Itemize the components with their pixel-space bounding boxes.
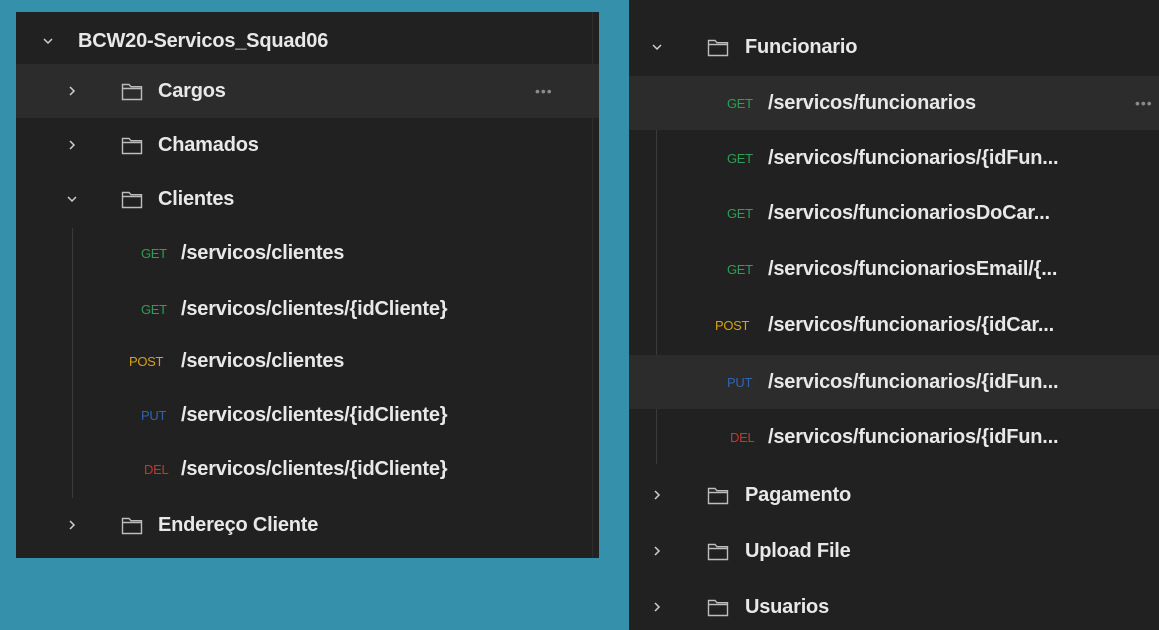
folder-row-usuarios[interactable]: Usuarios — [629, 580, 1159, 630]
request-path: /servicos/funcionariosEmail/{... — [768, 257, 1058, 280]
method-badge-get: GET — [141, 245, 167, 261]
chevron-right-icon[interactable] — [651, 489, 663, 501]
chevron-right-icon[interactable] — [651, 545, 663, 557]
request-path: /servicos/funcionarios/{idCar... — [768, 313, 1054, 336]
method-badge-post: POST — [715, 317, 750, 333]
method-badge-get: GET — [727, 150, 753, 166]
method-badge-post: POST — [129, 353, 164, 369]
method-badge-del: DEL — [144, 461, 169, 477]
collection-row[interactable]: BCW20-Servicos_Squad06 — [16, 14, 599, 68]
folder-label: Endereço Cliente — [158, 513, 319, 536]
method-badge-get: GET — [727, 95, 753, 111]
request-path: /servicos/clientes/{idCliente} — [181, 297, 448, 320]
chevron-down-icon[interactable] — [66, 193, 78, 205]
request-path: /servicos/clientes — [181, 241, 345, 264]
method-badge-get: GET — [727, 205, 753, 221]
folder-icon — [121, 135, 143, 155]
folder-label: Usuarios — [745, 595, 829, 618]
collection-title: BCW20-Servicos_Squad06 — [78, 29, 329, 52]
request-path: /servicos/clientes/{idCliente} — [181, 457, 448, 480]
request-row[interactable]: POST /servicos/funcionarios/{idCar... — [629, 298, 1159, 352]
request-row[interactable]: DEL /servicos/clientes/{idCliente} — [16, 442, 599, 496]
request-path: /servicos/funcionarios/{idFun... — [768, 370, 1059, 393]
folder-icon — [707, 597, 729, 617]
request-row[interactable]: GET /servicos/clientes — [16, 226, 599, 280]
folder-row-pagamento[interactable]: Pagamento — [629, 468, 1159, 522]
folder-icon — [121, 515, 143, 535]
request-row[interactable]: PUT /servicos/funcionarios/{idFun... — [629, 355, 1159, 409]
request-row[interactable]: GET /servicos/funcionariosEmail/{... — [629, 242, 1159, 296]
more-options-icon[interactable]: ••• — [535, 83, 553, 99]
request-row[interactable]: DEL /servicos/funcionarios/{idFun... — [629, 410, 1159, 464]
folder-label: Chamados — [158, 133, 259, 156]
folder-row-endereco-cliente[interactable]: Endereço Cliente — [16, 498, 599, 552]
folder-row-upload-file[interactable]: Upload File — [629, 524, 1159, 578]
method-badge-put: PUT — [141, 407, 167, 423]
request-row[interactable]: POST /servicos/clientes — [16, 334, 599, 388]
collection-sidebar-left: BCW20-Servicos_Squad06 Cargos ••• Chamad… — [16, 12, 599, 558]
request-path: /servicos/funcionarios/{idFun... — [768, 146, 1059, 169]
chevron-right-icon[interactable] — [66, 85, 78, 97]
request-row[interactable]: GET /servicos/clientes/{idCliente} — [16, 282, 599, 336]
folder-row-chamados[interactable]: Chamados — [16, 118, 599, 172]
folder-icon — [707, 37, 729, 57]
folder-label: Pagamento — [745, 483, 852, 506]
request-path: /servicos/funcionariosDoCar... — [768, 201, 1050, 224]
folder-row-clientes[interactable]: Clientes — [16, 172, 599, 226]
method-badge-del: DEL — [730, 429, 755, 445]
chevron-down-icon[interactable] — [651, 41, 663, 53]
folder-icon — [707, 485, 729, 505]
folder-label: Cargos — [158, 79, 226, 102]
folder-row-funcionario[interactable]: Funcionario — [629, 20, 1159, 74]
folder-row-cargos[interactable]: Cargos ••• — [16, 64, 599, 118]
folder-label: Clientes — [158, 187, 235, 210]
folder-icon — [121, 81, 143, 101]
request-path: /servicos/funcionarios/{idFun... — [768, 425, 1059, 448]
method-badge-get: GET — [727, 261, 753, 277]
more-options-icon[interactable]: ••• — [1135, 95, 1153, 111]
request-row[interactable]: PUT /servicos/clientes/{idCliente} — [16, 388, 599, 442]
folder-label: Funcionario — [745, 35, 858, 58]
chevron-down-icon[interactable] — [42, 35, 54, 47]
request-path: /servicos/clientes/{idCliente} — [181, 403, 448, 426]
method-badge-put: PUT — [727, 374, 753, 390]
request-path: /servicos/funcionarios — [768, 91, 976, 114]
request-path: /servicos/clientes — [181, 349, 345, 372]
collection-sidebar-right: Funcionario GET /servicos/funcionarios •… — [629, 0, 1159, 630]
folder-icon — [121, 189, 143, 209]
chevron-right-icon[interactable] — [66, 519, 78, 531]
chevron-right-icon[interactable] — [651, 601, 663, 613]
request-row[interactable]: GET /servicos/funcionarios ••• — [629, 76, 1159, 130]
method-badge-get: GET — [141, 301, 167, 317]
folder-label: Upload File — [745, 539, 851, 562]
request-row[interactable]: GET /servicos/funcionariosDoCar... — [629, 186, 1159, 240]
request-row[interactable]: GET /servicos/funcionarios/{idFun... — [629, 131, 1159, 185]
chevron-right-icon[interactable] — [66, 139, 78, 151]
folder-icon — [707, 541, 729, 561]
